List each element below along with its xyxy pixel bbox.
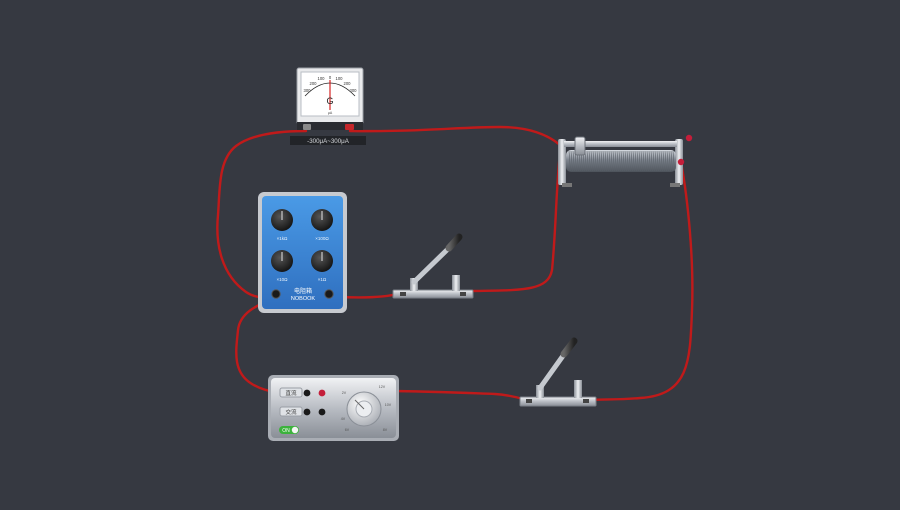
galv-tick-label: 100 — [336, 76, 344, 81]
resistance-box-terminal-right[interactable] — [324, 289, 334, 299]
knob-label-10: ×10Ω — [277, 277, 289, 282]
galvanometer-range-label: -300μA~300μA — [307, 138, 350, 145]
rheostat-foot-left — [562, 183, 572, 187]
power-dc-terminal-negative[interactable] — [303, 389, 311, 397]
galvanometer-terminal-negative[interactable] — [303, 124, 311, 130]
dc-label: 直流 — [285, 389, 297, 397]
galvanometer-terminal-positive[interactable] — [345, 124, 354, 130]
resistance-box-brand-cn: 电阻箱 — [294, 287, 312, 295]
rheostat-foot-right — [670, 183, 680, 187]
resistance-box-knob-10[interactable] — [271, 250, 293, 272]
resistance-box-terminal-left[interactable] — [271, 289, 281, 299]
galvanometer-unit: μA — [328, 111, 333, 115]
dial-label: 8V — [383, 428, 388, 432]
switch1-terminal-right[interactable] — [460, 292, 466, 296]
galvanometer-symbol: G — [326, 96, 333, 106]
galv-tick-label: 300 — [304, 88, 312, 93]
dial-label: 6V — [345, 428, 350, 432]
power-ac-terminal-2[interactable] — [318, 408, 326, 416]
circuit-canvas: 300 200 100 0 100 200 300 G μA -300μA~30… — [216, 67, 694, 441]
switch1-handle[interactable] — [445, 233, 463, 252]
rheostat-terminal-top[interactable] — [685, 134, 693, 142]
galv-tick-label: 100 — [318, 76, 326, 81]
wire-galvanometer-to-rheostat[interactable] — [348, 125, 562, 147]
galv-tick-label: 200 — [310, 81, 318, 86]
resistance-box-knob-1[interactable] — [311, 250, 333, 272]
power-switch-label: ON — [282, 428, 290, 434]
resistance-box-knob-100[interactable] — [311, 209, 333, 231]
switch2-blade — [537, 350, 568, 391]
knife-switch-1[interactable] — [392, 233, 474, 299]
knob-label-1: ×1Ω — [318, 277, 327, 282]
dial-label: 12V — [379, 385, 386, 389]
rheostat-slider[interactable] — [574, 136, 586, 156]
switch1-clip — [452, 275, 460, 291]
switch2-clip — [574, 380, 582, 398]
knob-label-100: ×100Ω — [315, 236, 329, 241]
dial-label: 10V — [385, 403, 392, 407]
rheostat-terminal-bottom[interactable] — [677, 158, 685, 166]
switch2-terminal-left[interactable] — [526, 399, 532, 403]
resistance-box[interactable]: ×1kΩ ×100Ω ×10Ω ×1Ω 电阻箱 NOBOOK — [258, 192, 347, 313]
galv-tick-label: 200 — [344, 81, 352, 86]
switch2-handle[interactable] — [560, 337, 578, 358]
resistance-box-brand-en: NOBOOK — [291, 296, 315, 302]
wire-rheostat-to-switch1[interactable] — [468, 150, 562, 293]
power-switch-knob — [291, 426, 299, 434]
knife-switch-2[interactable] — [519, 337, 597, 407]
power-dc-terminal-positive[interactable] — [318, 389, 326, 397]
switch2-terminal-right[interactable] — [583, 399, 589, 403]
dial-label: 4V — [341, 417, 346, 421]
wire-rheostat-to-switch2[interactable] — [588, 160, 694, 402]
power-ac-terminal-1[interactable] — [303, 408, 311, 416]
resistance-box-knob-1k[interactable] — [271, 209, 293, 231]
ac-label: 交流 — [285, 408, 297, 416]
galv-tick-label: 300 — [350, 88, 358, 93]
knob-label-1k: ×1kΩ — [277, 236, 288, 241]
galvanometer[interactable]: 300 200 100 0 100 200 300 G μA -300μA~30… — [290, 67, 366, 145]
switch1-blade — [411, 243, 454, 285]
rheostat[interactable] — [558, 134, 693, 187]
switch1-terminal-left[interactable] — [400, 292, 406, 296]
power-supply[interactable]: 直流 交流 ON 2V 4V 6V 8V 10V 12V — [268, 375, 399, 441]
dial-label: 2V — [342, 391, 347, 395]
